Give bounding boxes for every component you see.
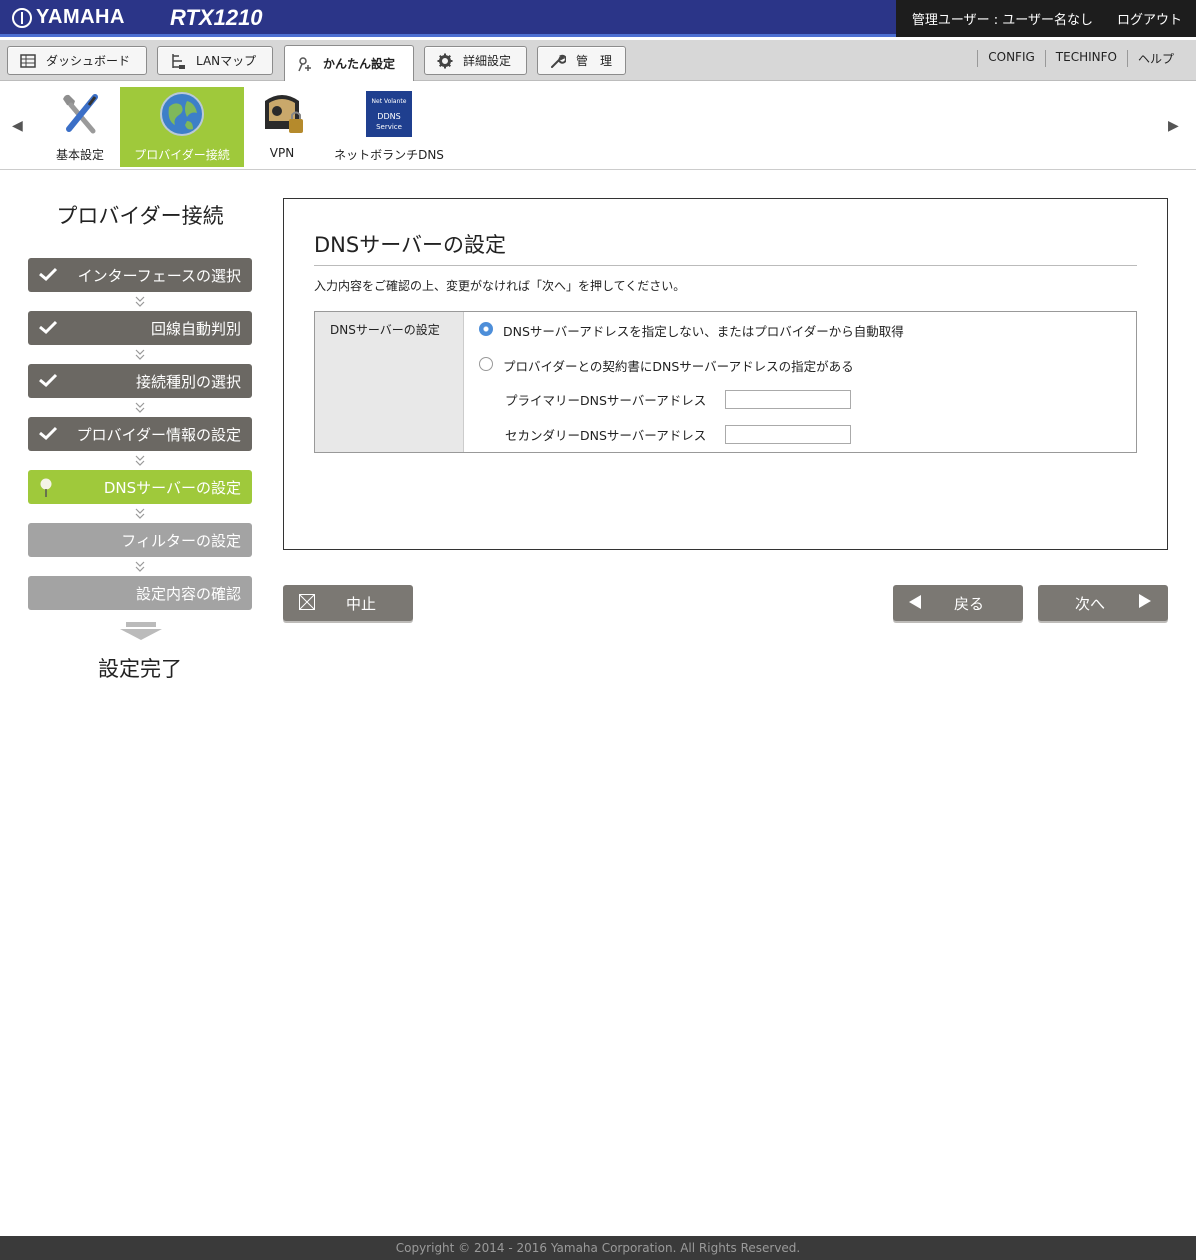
- tab-easy-setup[interactable]: かんたん設定: [284, 45, 414, 81]
- radio-auto-dns[interactable]: [479, 322, 493, 336]
- config-link[interactable]: CONFIG: [977, 50, 1045, 67]
- step-line-auto-detect: 回線自動判別: [28, 311, 252, 345]
- chevron-down-icon: [135, 296, 145, 307]
- tab-label: かんたん設定: [323, 57, 396, 71]
- checkmark-icon: [39, 320, 58, 335]
- brand-name: YAMAHA: [36, 6, 125, 28]
- vpn-lock-icon: [265, 95, 303, 133]
- menu-label: プロバイダー接続: [134, 148, 230, 162]
- menu-provider-connection[interactable]: プロバイダー接続: [120, 87, 244, 167]
- dns-settings-form: DNSサーバーの設定 DNSサーバーアドレスを指定しない、またはプロバイダーから…: [314, 311, 1137, 453]
- main-tab-bar: ダッシュボード LANマップ かんたん設定 詳細設定 管 理 CONFIG TE…: [0, 40, 1196, 81]
- cancel-button[interactable]: 中止: [283, 585, 413, 621]
- field-label: DNSサーバーの設定: [315, 312, 464, 452]
- checkmark-icon: [39, 373, 58, 388]
- user-info: 管理ユーザー : ユーザー名なし: [911, 13, 1093, 28]
- menu-label: VPN: [269, 146, 295, 160]
- tab-label: 詳細設定: [463, 54, 512, 68]
- secondary-dns-input[interactable]: [725, 425, 851, 444]
- model-name: RTX1210: [170, 5, 263, 30]
- chevron-down-icon: [135, 508, 145, 519]
- menu-label: 基本設定: [55, 148, 104, 162]
- step-label: フィルターの設定: [121, 531, 241, 550]
- tab-label: LANマップ: [196, 54, 257, 68]
- chevron-down-icon: [135, 561, 145, 572]
- step-label: インターフェースの選択: [77, 266, 241, 285]
- step-label: 設定内容の確認: [135, 584, 241, 603]
- step-confirm: 設定内容の確認: [28, 576, 252, 610]
- yamaha-tuning-fork-icon: [12, 7, 32, 28]
- chevron-down-icon: [135, 455, 145, 466]
- checkmark-icon: [39, 267, 58, 282]
- back-button[interactable]: 戻る: [893, 585, 1023, 621]
- tab-advanced-settings[interactable]: 詳細設定: [424, 46, 527, 75]
- radio-auto-dns-label[interactable]: DNSサーバーアドレスを指定しない、またはプロバイダーから自動取得: [503, 321, 904, 340]
- chevron-down-icon: [135, 349, 145, 360]
- menu-label: ネットボランチDNS: [334, 148, 444, 162]
- menu-netvolante-dns[interactable]: Net Volante DDNS Service ネットボランチDNS: [326, 87, 452, 167]
- triangle-right-icon: [1139, 594, 1151, 608]
- top-header: YAMAHA RTX1210 管理ユーザー : ユーザー名なし ログアウト: [0, 0, 1196, 37]
- step-label: DNSサーバーの設定: [103, 478, 241, 497]
- wizard-icon: [298, 56, 311, 71]
- step-filter: フィルターの設定: [28, 523, 252, 557]
- tab-label: ダッシュボード: [46, 54, 131, 68]
- scroll-left-arrow-icon[interactable]: ◀: [12, 118, 23, 134]
- logout-link[interactable]: ログアウト: [1117, 9, 1182, 28]
- next-button-label: 次へ: [1075, 595, 1106, 613]
- close-box-icon: [299, 594, 315, 610]
- yamaha-logo: YAMAHA: [12, 6, 125, 29]
- next-button[interactable]: 次へ: [1038, 585, 1168, 621]
- down-arrow-icon: [120, 622, 162, 640]
- menu-vpn[interactable]: VPN: [252, 87, 312, 167]
- svg-text:Service: Service: [376, 123, 402, 131]
- pin-icon: [40, 478, 52, 497]
- step-label: プロバイダー情報の設定: [76, 425, 241, 444]
- chevron-down-icon: [135, 402, 145, 413]
- wrench-icon: [551, 54, 566, 68]
- primary-dns-input[interactable]: [725, 390, 851, 409]
- step-interface-selection: インターフェースの選択: [28, 258, 252, 292]
- secondary-dns-label: セカンダリーDNSサーバーアドレス: [505, 428, 707, 443]
- checkmark-icon: [39, 426, 58, 441]
- field-body: DNSサーバーアドレスを指定しない、またはプロバイダーから自動取得 プロバイダー…: [464, 312, 1136, 452]
- primary-dns-label: プライマリーDNSサーバーアドレス: [505, 393, 707, 408]
- help-link[interactable]: ヘルプ: [1126, 50, 1184, 67]
- tab-management[interactable]: 管 理: [537, 46, 626, 75]
- scroll-right-arrow-icon[interactable]: ▶: [1168, 118, 1179, 134]
- triangle-left-icon: [909, 595, 921, 609]
- ddns-service-icon: Net Volante DDNS Service: [366, 91, 412, 137]
- step-label: 接続種別の選択: [135, 372, 241, 391]
- globe-icon: [160, 92, 204, 136]
- step-label: 回線自動判別: [150, 319, 241, 338]
- dashboard-icon: [20, 53, 36, 68]
- step-connection-type: 接続種別の選択: [28, 364, 252, 398]
- footer-copyright: Copyright © 2014 - 2016 Yamaha Corporati…: [0, 1236, 1196, 1260]
- radio-manual-dns-label[interactable]: プロバイダーとの契約書にDNSサーバーアドレスの指定がある: [503, 356, 854, 375]
- tab-label: 管 理: [576, 54, 613, 68]
- wizard-complete-label: 設定完了: [98, 657, 182, 681]
- page-title: DNSサーバーの設定: [314, 233, 506, 257]
- title-divider: [314, 265, 1137, 266]
- menu-basic-settings[interactable]: 基本設定: [46, 87, 114, 167]
- cancel-button-label: 中止: [346, 595, 377, 613]
- easy-setup-menu: ◀ 基本設定 プロバイダー接続 VPN Net Volante DDNS Ser…: [0, 82, 1196, 170]
- svg-text:DDNS: DDNS: [377, 112, 400, 121]
- radio-manual-dns[interactable]: [479, 357, 493, 371]
- wizard-title: プロバイダー接続: [56, 204, 224, 228]
- svg-text:Net Volante: Net Volante: [372, 98, 407, 105]
- techinfo-link[interactable]: TECHINFO: [1044, 50, 1127, 67]
- user-area: 管理ユーザー : ユーザー名なし ログアウト: [896, 0, 1196, 37]
- top-links: CONFIG TECHINFO ヘルプ: [977, 50, 1184, 67]
- step-dns-server: DNSサーバーの設定: [28, 470, 252, 504]
- tab-dashboard[interactable]: ダッシュボード: [7, 46, 147, 75]
- tab-lan-map[interactable]: LANマップ: [157, 46, 273, 75]
- gear-icon: [437, 53, 453, 68]
- step-provider-info: プロバイダー情報の設定: [28, 417, 252, 451]
- dns-settings-panel: DNSサーバーの設定 入力内容をご確認の上、変更がなければ「次へ」を押してくださ…: [283, 198, 1168, 550]
- lan-map-icon: [172, 53, 185, 69]
- back-button-label: 戻る: [954, 595, 985, 613]
- instruction-text: 入力内容をご確認の上、変更がなければ「次へ」を押してください。: [314, 279, 686, 293]
- tools-icon: [63, 94, 98, 134]
